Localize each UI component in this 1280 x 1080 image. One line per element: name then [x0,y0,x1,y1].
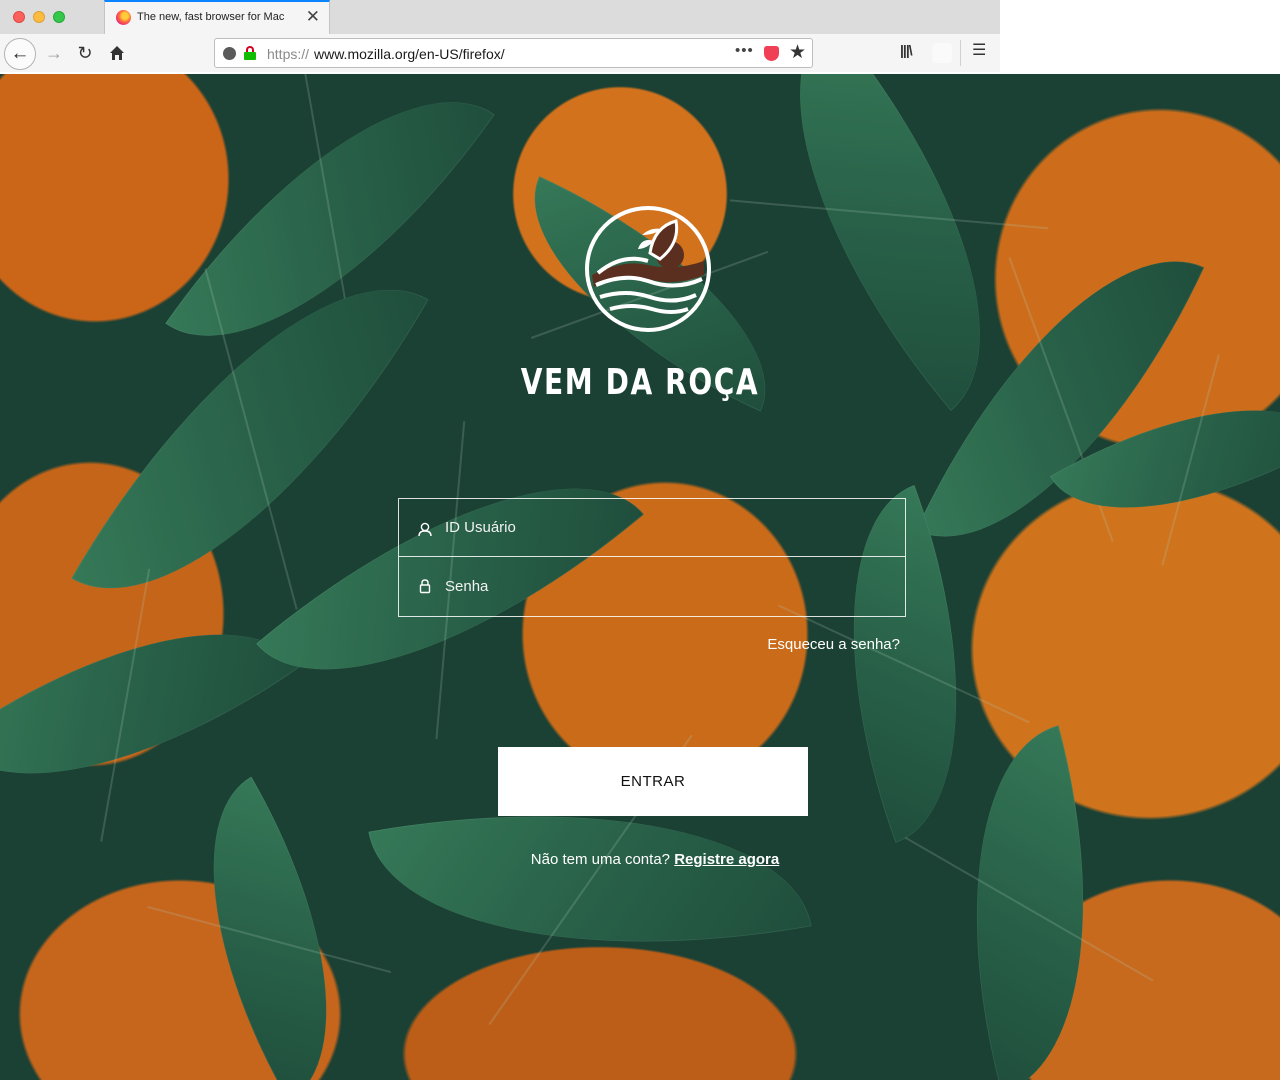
brand-logo-icon [585,206,711,332]
user-id-input[interactable] [445,513,885,541]
tab-title: The new, fast browser for Mac [137,11,285,23]
url-protocol: https:// [267,46,310,62]
password-input[interactable] [445,572,885,600]
site-info-icon[interactable] [223,47,236,60]
lock-icon[interactable] [244,46,256,60]
pocket-icon[interactable] [764,46,779,61]
window-background [1000,0,1280,74]
brand-name: VEM DA ROÇA [520,362,760,403]
page-viewport: VEM DA ROÇA Esqueceu a senha? ENTRAR Não… [0,74,1280,1080]
browser-chrome: The new, fast browser for Mac ✕ ← → ↻ ht… [0,0,1000,72]
url-bar[interactable]: https:// www.mozilla.org/en-US/firefox/ … [214,38,813,68]
padlock-icon [419,579,431,594]
login-form [398,498,906,617]
window-close-button[interactable] [13,11,25,23]
firefox-favicon-icon [116,10,131,25]
tab-strip: The new, fast browser for Mac ✕ [0,0,1000,35]
home-icon[interactable] [103,39,131,67]
nav-toolbar: ← → ↻ https:// www.mozilla.org/en-US/fir… [0,34,1000,72]
bookmark-star-icon[interactable]: ★ [789,41,806,64]
back-icon[interactable]: ← [4,38,36,70]
signup-prompt-text: Não tem uma conta? [530,851,671,868]
user-icon [418,522,432,537]
reload-icon[interactable]: ↻ [71,39,99,67]
login-button[interactable]: ENTRAR [498,747,808,816]
close-icon[interactable]: ✕ [306,7,320,27]
user-id-field [399,499,905,557]
signup-prompt: Não tem uma conta? Registre agora [440,851,870,868]
password-field [399,558,905,616]
page-actions-icon[interactable]: ••• [735,42,754,59]
toolbar-divider [960,40,961,66]
window-maximize-button[interactable] [53,11,65,23]
tab-active[interactable]: The new, fast browser for Mac ✕ [104,0,330,35]
register-link[interactable]: Registre agora [674,851,779,868]
window-minimize-button[interactable] [33,11,45,23]
toolbar-extension-icon[interactable] [932,43,952,63]
menu-icon[interactable]: ☰ [972,40,986,60]
library-icon[interactable]: |||\ [900,42,913,58]
forward-icon[interactable]: → [40,39,68,67]
forgot-password-link[interactable]: Esqueceu a senha? [700,636,900,653]
url-host[interactable]: www.mozilla.org/en-US/firefox/ [314,46,505,62]
